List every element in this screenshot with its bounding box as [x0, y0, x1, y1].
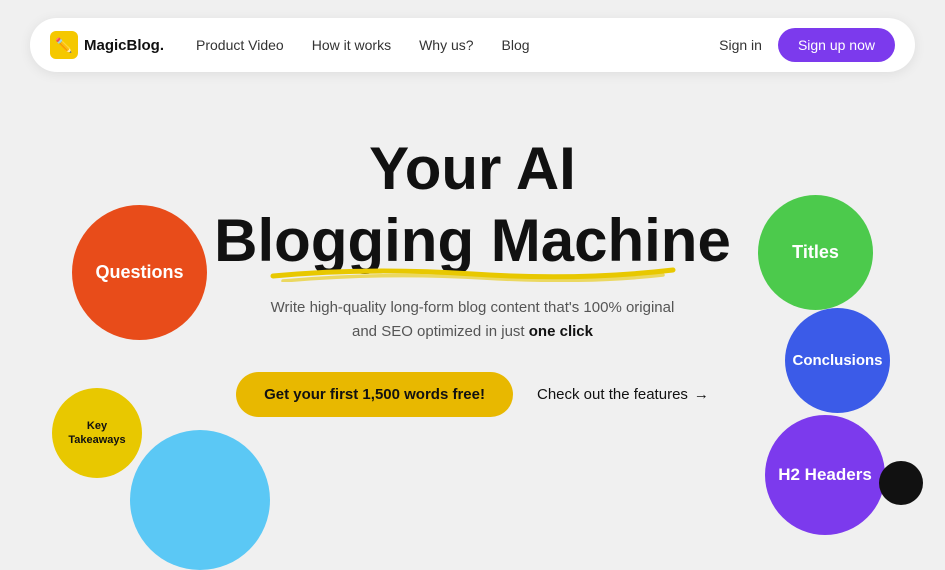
- circle-conclusions: Conclusions: [785, 308, 890, 413]
- logo-icon: ✏️: [50, 31, 78, 59]
- hero-subtitle: Write high-quality long-form blog conten…: [271, 296, 675, 344]
- cta-features-link[interactable]: Check out the features →: [537, 386, 709, 403]
- nav-why-us[interactable]: Why us?: [419, 37, 473, 53]
- nav-links: Product Video How it works Why us? Blog: [196, 37, 719, 53]
- logo-text: MagicBlog.: [84, 37, 164, 54]
- nav-blog[interactable]: Blog: [502, 37, 530, 53]
- subtitle-line2: and SEO optimized in just: [352, 323, 529, 340]
- logo[interactable]: ✏️ MagicBlog.: [50, 31, 164, 59]
- cta-primary-button[interactable]: Get your first 1,500 words free!: [236, 372, 513, 417]
- navbar: ✏️ MagicBlog. Product Video How it works…: [30, 18, 915, 72]
- circle-titles: Titles: [758, 195, 873, 310]
- subtitle-line1: Write high-quality long-form blog conten…: [271, 299, 675, 316]
- sign-in-link[interactable]: Sign in: [719, 37, 762, 53]
- circle-key-takeaways: KeyTakeaways: [52, 388, 142, 478]
- sign-up-button[interactable]: Sign up now: [778, 28, 895, 62]
- circle-h2-headers: H2 Headers: [765, 415, 885, 535]
- nav-product-video[interactable]: Product Video: [196, 37, 284, 53]
- nav-how-it-works[interactable]: How it works: [312, 37, 391, 53]
- title-underline: [263, 264, 683, 282]
- navbar-actions: Sign in Sign up now: [719, 28, 895, 62]
- cta-link-text: Check out the features: [537, 386, 688, 403]
- subtitle-bold: one click: [529, 323, 593, 340]
- circle-blue-large: [130, 430, 270, 570]
- circle-questions: Questions: [72, 205, 207, 340]
- hero-cta-row: Get your first 1,500 words free! Check o…: [236, 372, 709, 417]
- hero-title-line1: Your AI: [369, 136, 576, 202]
- cta-arrow-icon: →: [694, 386, 709, 403]
- circle-black-small: [879, 461, 923, 505]
